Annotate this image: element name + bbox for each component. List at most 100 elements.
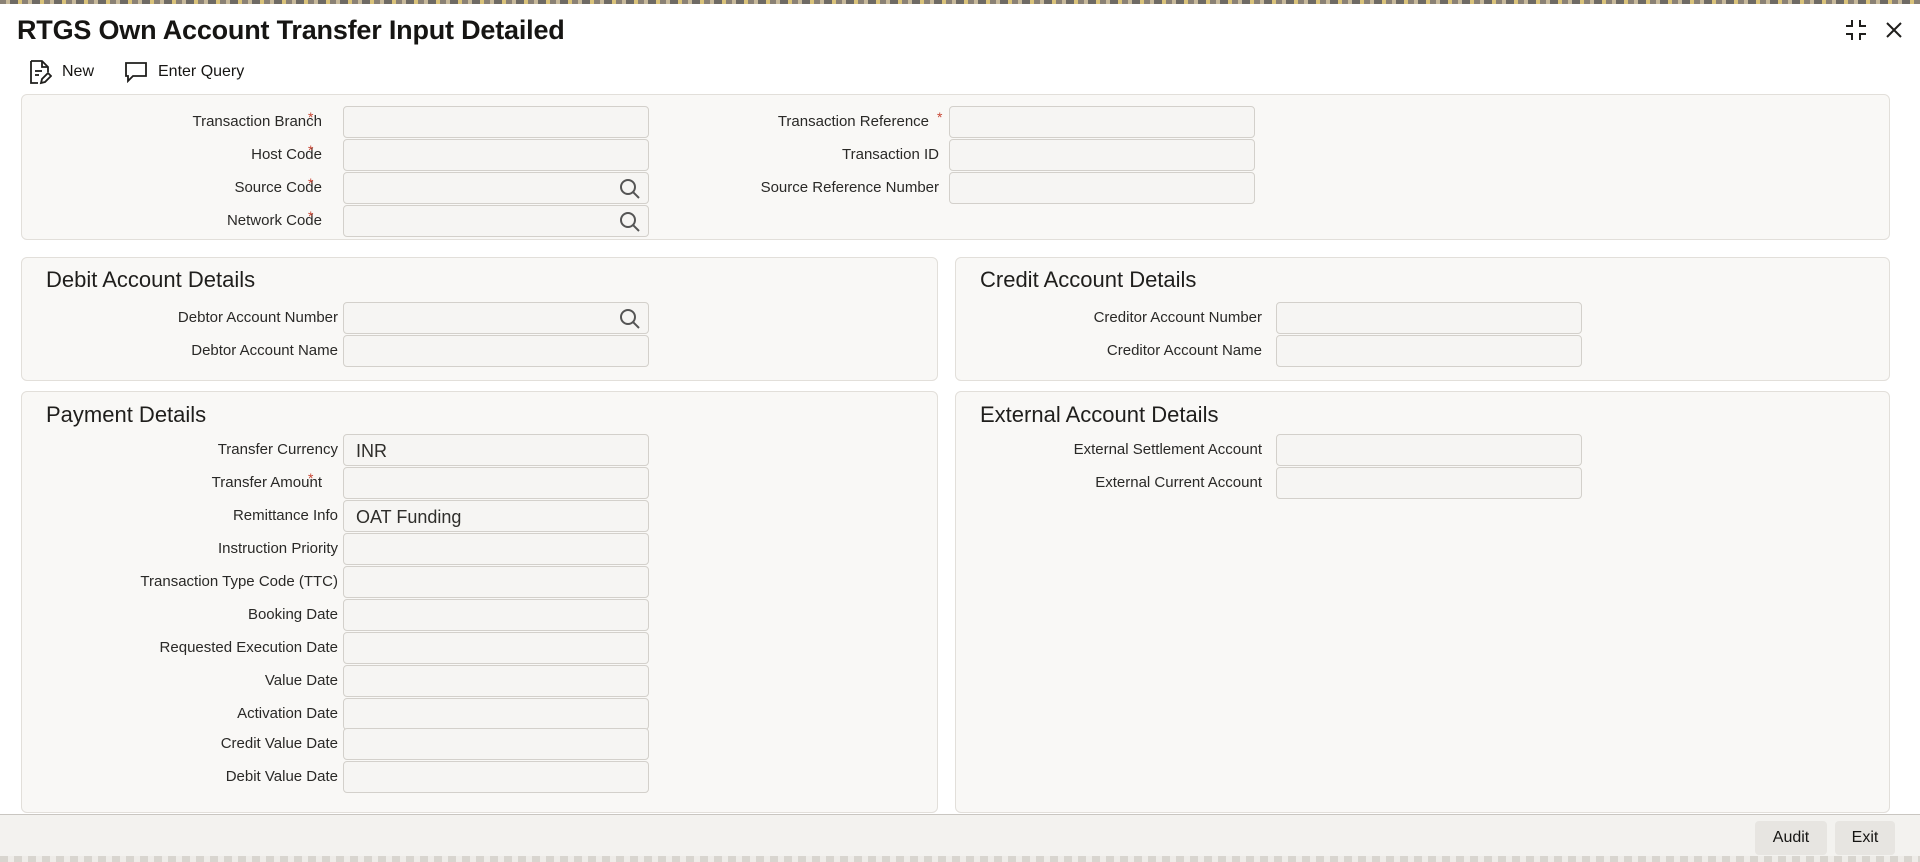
- external-section-title: External Account Details: [980, 402, 1219, 427]
- creditor-account-name-label: Creditor Account Name: [1106, 342, 1262, 359]
- transaction-branch-label: Transaction Branch: [192, 113, 322, 130]
- source-reference-number-label: Source Reference Number: [760, 179, 939, 196]
- remittance-info-field[interactable]: OAT Funding: [343, 500, 649, 532]
- ttc-row: Transaction Type Code (TTC): [22, 566, 722, 598]
- booking-date-label: Booking Date: [247, 606, 338, 623]
- instruction-priority-row: Instruction Priority: [22, 533, 722, 565]
- external-current-account-field[interactable]: [1276, 467, 1582, 499]
- host-code-row: Host Code *: [22, 139, 722, 171]
- instruction-priority-label: Instruction Priority: [217, 540, 338, 557]
- activation-date-field[interactable]: [343, 698, 649, 730]
- window-controls: [1844, 18, 1906, 42]
- value-date-field[interactable]: [343, 665, 649, 697]
- external-settlement-account-row: External Settlement Account: [956, 434, 1756, 466]
- transaction-reference-field[interactable]: [949, 106, 1255, 138]
- creditor-account-number-row: Creditor Account Number: [956, 302, 1756, 334]
- new-document-icon: [30, 60, 52, 85]
- transfer-currency-field[interactable]: INR: [343, 434, 649, 466]
- creditor-account-number-field[interactable]: [1276, 302, 1582, 334]
- debit-value-date-field[interactable]: [343, 761, 649, 793]
- footer-bar: Audit Exit: [0, 814, 1920, 862]
- transaction-branch-field[interactable]: [343, 106, 649, 138]
- debit-section-title: Debit Account Details: [46, 267, 256, 292]
- source-code-row: Source Code *: [22, 172, 722, 204]
- credit-value-date-row: Credit Value Date: [22, 728, 722, 760]
- debit-value-date-row: Debit Value Date: [22, 761, 722, 793]
- required-marker: *: [308, 175, 314, 191]
- transaction-id-field[interactable]: [949, 139, 1255, 171]
- enter-query-icon: [125, 62, 147, 83]
- transfer-amount-row: Transfer Amount *: [22, 467, 722, 499]
- required-marker: *: [937, 109, 943, 125]
- external-current-account-row: External Current Account: [956, 467, 1756, 499]
- booking-date-row: Booking Date: [22, 599, 722, 631]
- creditor-account-number-label: Creditor Account Number: [1093, 309, 1262, 326]
- external-settlement-account-label: External Settlement Account: [1073, 441, 1262, 458]
- instruction-priority-field[interactable]: [343, 533, 649, 565]
- search-icon[interactable]: [618, 210, 642, 234]
- transaction-id-row: Transaction ID: [622, 139, 1322, 171]
- remittance-info-label: Remittance Info: [232, 507, 338, 524]
- form-content: Transaction Branch * Host Code * Source …: [0, 94, 1920, 814]
- credit-value-date-label: Credit Value Date: [220, 735, 338, 752]
- ttc-field[interactable]: [343, 566, 649, 598]
- network-code-row: Network Code *: [22, 205, 722, 237]
- required-marker: *: [308, 470, 314, 486]
- source-code-field[interactable]: [343, 172, 649, 204]
- host-code-field[interactable]: [343, 139, 649, 171]
- requested-execution-date-row: Requested Execution Date: [22, 632, 722, 664]
- minimize-icon[interactable]: [1844, 18, 1868, 42]
- window-title: RTGS Own Account Transfer Input Detailed: [17, 15, 565, 45]
- activation-date-label: Activation Date: [237, 705, 338, 722]
- payment-section-title: Payment Details: [46, 402, 207, 427]
- transfer-currency-row: Transfer Currency INR: [22, 434, 722, 466]
- external-account-panel: External Account Details External Settle…: [955, 391, 1890, 813]
- enter-query-button[interactable]: Enter Query: [124, 56, 244, 88]
- credit-section-title: Credit Account Details: [980, 267, 1197, 292]
- creditor-account-name-row: Creditor Account Name: [956, 335, 1756, 367]
- requested-execution-date-field[interactable]: [343, 632, 649, 664]
- transfer-amount-field[interactable]: [343, 467, 649, 499]
- toolbar: New Enter Query: [0, 54, 1920, 94]
- source-reference-number-field[interactable]: [949, 172, 1255, 204]
- source-reference-number-row: Source Reference Number: [622, 172, 1322, 204]
- transaction-reference-row: Transaction Reference *: [622, 106, 1322, 138]
- credit-value-date-field[interactable]: [343, 728, 649, 760]
- activation-date-row: Activation Date: [22, 698, 722, 730]
- value-date-label: Value Date: [264, 672, 338, 689]
- transfer-amount-label: Transfer Amount: [211, 474, 322, 491]
- bottom-decorative-strip: [0, 856, 1920, 862]
- debtor-account-number-row: Debtor Account Number: [22, 302, 722, 334]
- external-settlement-account-field[interactable]: [1276, 434, 1582, 466]
- booking-date-field[interactable]: [343, 599, 649, 631]
- required-marker: *: [308, 109, 314, 125]
- new-label: New: [62, 63, 95, 80]
- debtor-account-name-label: Debtor Account Name: [191, 342, 338, 359]
- enter-query-label: Enter Query: [158, 63, 245, 80]
- debtor-account-number-label: Debtor Account Number: [177, 309, 338, 326]
- header-panel: Transaction Branch * Host Code * Source …: [21, 94, 1890, 240]
- transaction-reference-label: Transaction Reference: [777, 113, 929, 130]
- required-marker: *: [308, 208, 314, 224]
- debtor-account-number-field[interactable]: [343, 302, 649, 334]
- new-button[interactable]: New: [28, 56, 94, 88]
- title-bar: RTGS Own Account Transfer Input Detailed: [0, 4, 1920, 54]
- close-icon[interactable]: [1882, 18, 1906, 42]
- value-date-row: Value Date: [22, 665, 722, 697]
- transfer-currency-label: Transfer Currency: [217, 441, 338, 458]
- search-icon[interactable]: [618, 307, 642, 331]
- payment-details-panel: Payment Details Transfer Currency INR Tr…: [21, 391, 938, 813]
- required-marker: *: [308, 142, 314, 158]
- requested-execution-date-label: Requested Execution Date: [159, 639, 338, 656]
- creditor-account-name-field[interactable]: [1276, 335, 1582, 367]
- transaction-branch-row: Transaction Branch *: [22, 106, 722, 138]
- exit-button[interactable]: Exit: [1835, 821, 1895, 855]
- debit-account-panel: Debit Account Details Debtor Account Num…: [21, 257, 938, 381]
- ttc-label: Transaction Type Code (TTC): [140, 573, 338, 590]
- network-code-field[interactable]: [343, 205, 649, 237]
- debit-value-date-label: Debit Value Date: [225, 768, 338, 785]
- credit-account-panel: Credit Account Details Creditor Account …: [955, 257, 1890, 381]
- audit-button[interactable]: Audit: [1755, 821, 1827, 855]
- transaction-id-label: Transaction ID: [842, 146, 939, 163]
- debtor-account-name-field[interactable]: [343, 335, 649, 367]
